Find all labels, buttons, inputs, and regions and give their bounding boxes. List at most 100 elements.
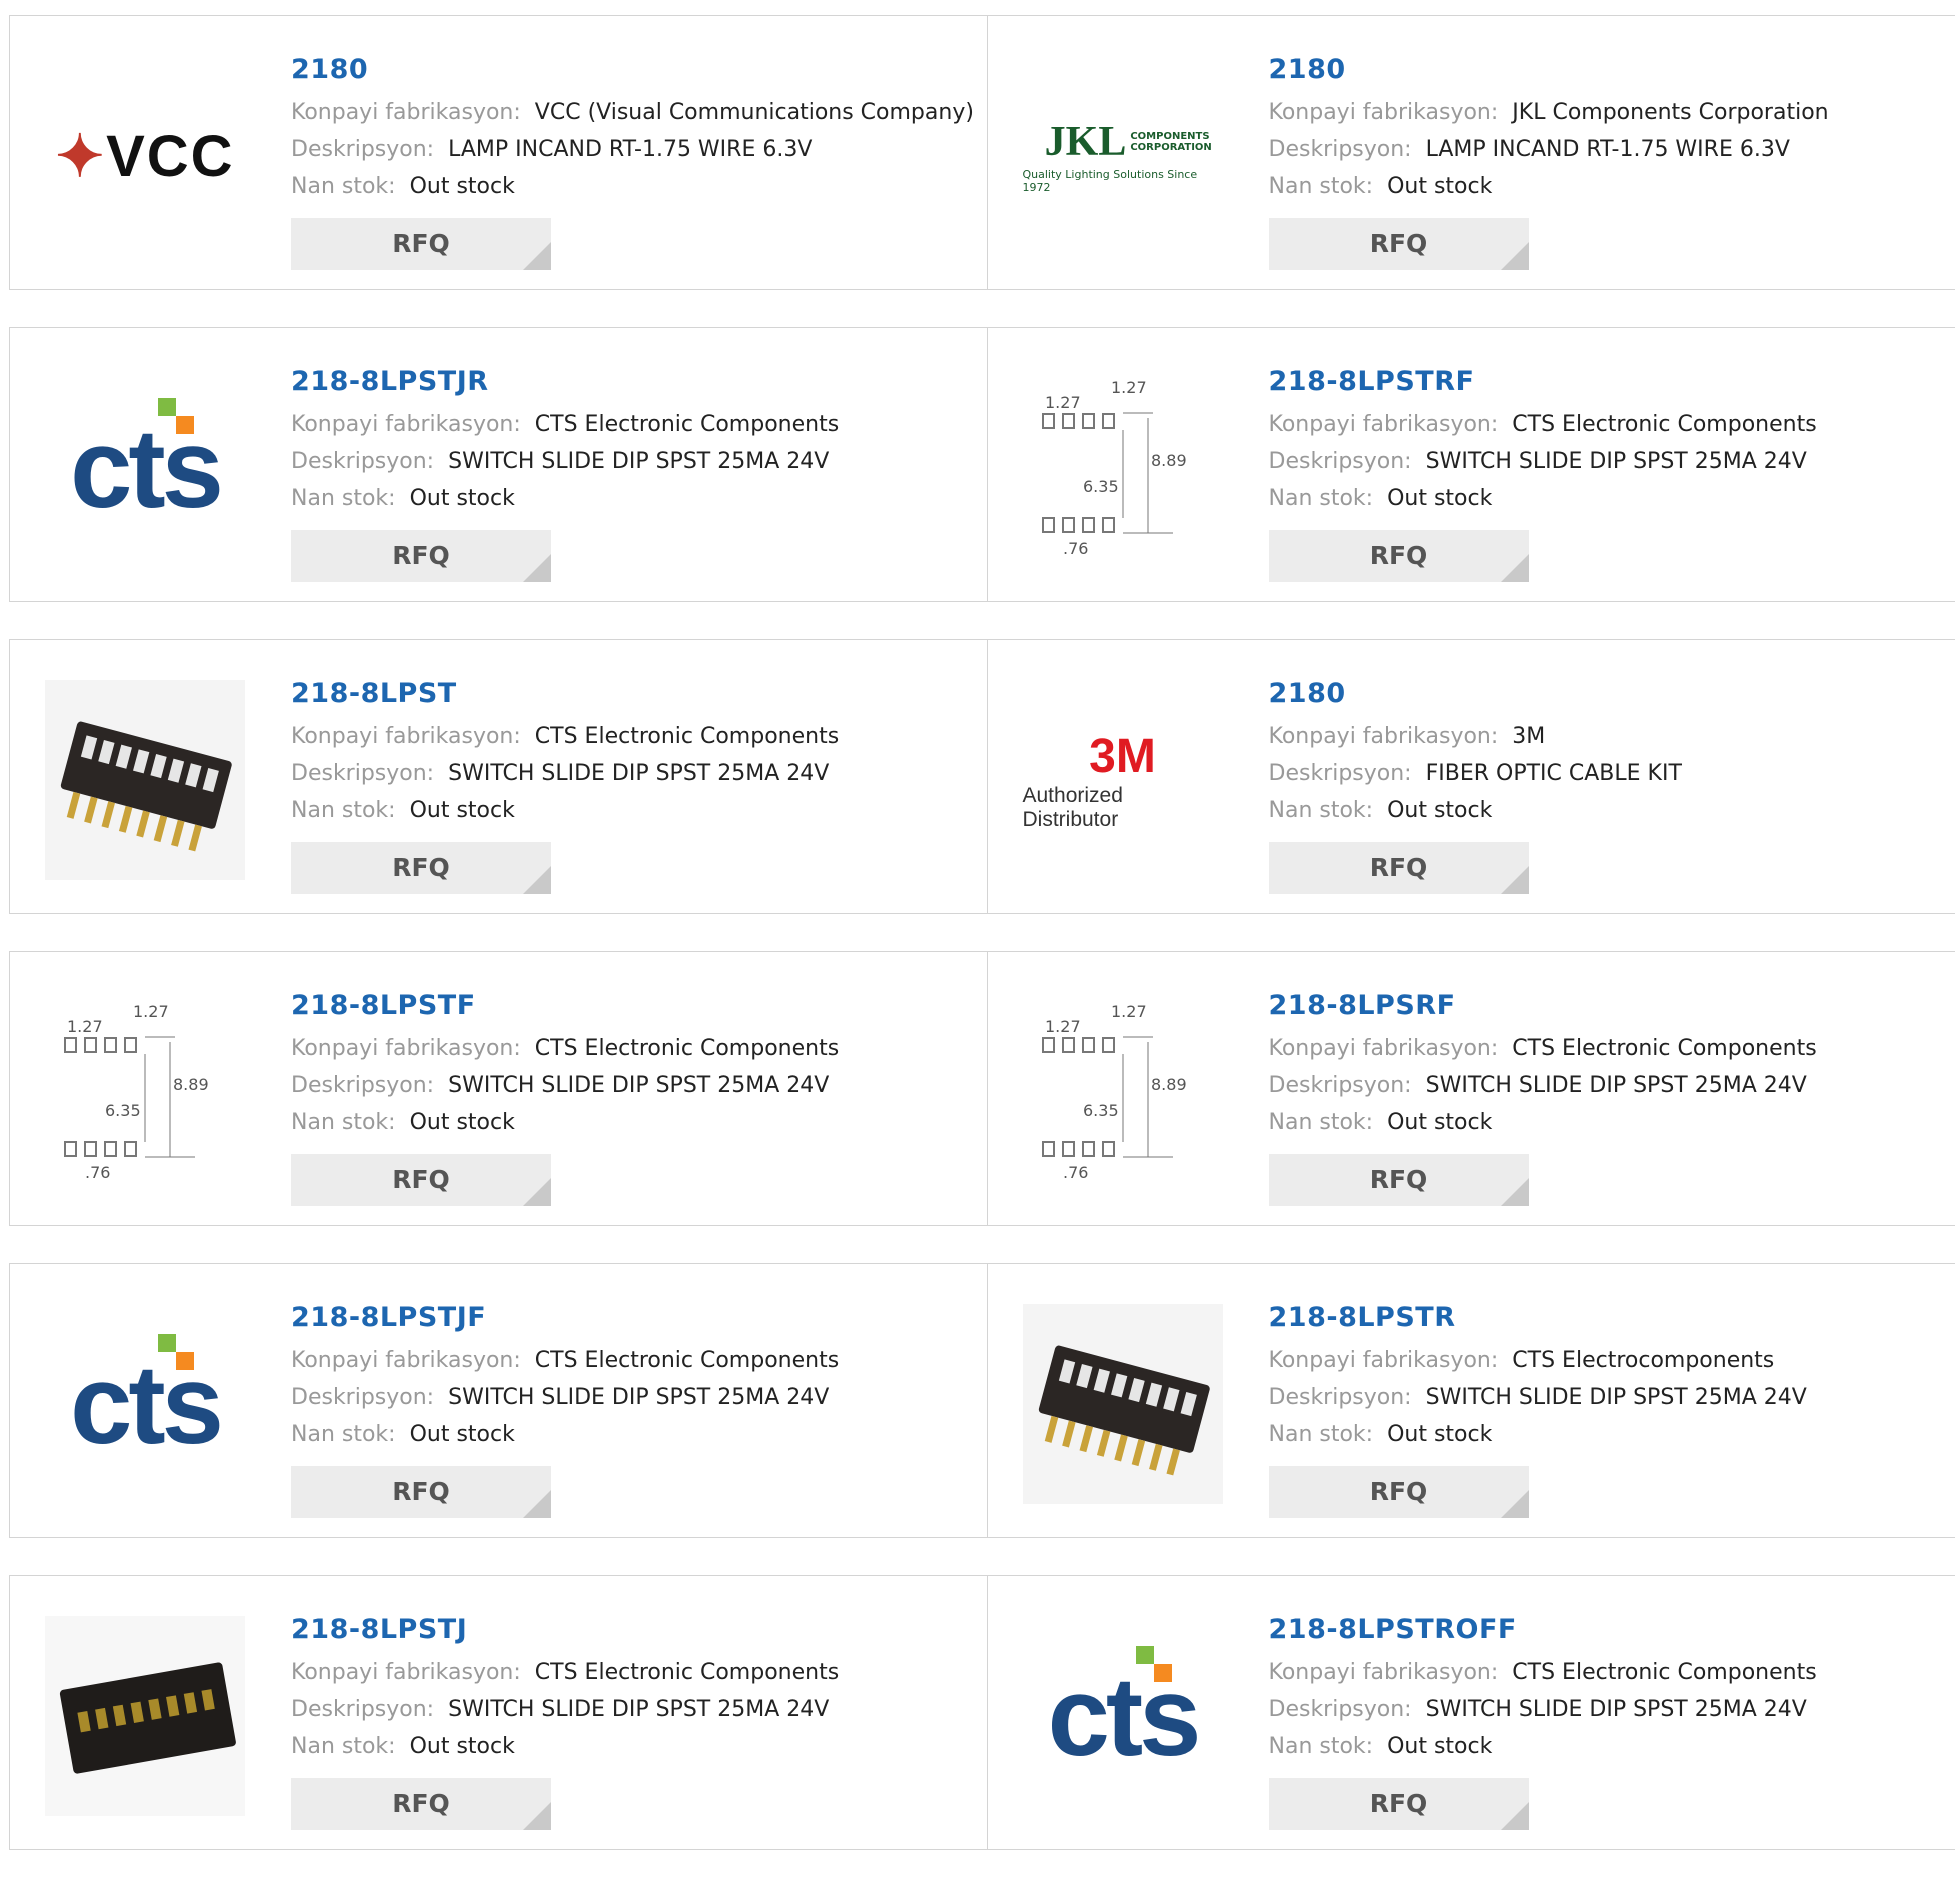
corner-triangle-icon [1501,1490,1529,1518]
description-value: SWITCH SLIDE DIP SPST 25MA 24V [448,449,829,474]
stock-value: Out stock [1387,1734,1492,1759]
product-card: cts 218-8LPSTROFF Konpayi fabrikasyon:CT… [987,1576,1955,1849]
part-number-link[interactable]: 218-8LPSTRF [1269,358,1817,406]
description-value: LAMP INCAND RT-1.75 WIRE 6.3V [1426,137,1790,162]
description-label: Deskripsyon: [291,1697,434,1722]
description-label: Deskripsyon: [291,449,434,474]
product-image[interactable] [45,680,245,880]
dim-label: 8.89 [1151,1075,1187,1094]
rfq-button[interactable]: RFQ [291,530,551,582]
product-image[interactable] [45,1616,245,1816]
jkl-logo: JKL COMPONENTS CORPORATION Quality Light… [1023,118,1223,194]
stock-label: Nan stok: [291,1734,396,1759]
part-number-link[interactable]: 2180 [1269,46,1829,94]
stock-value: Out stock [1387,174,1492,199]
vcc-logo: ✦VCC [55,122,234,190]
stock-label: Nan stok: [1269,1734,1374,1759]
manufacturer-line: Konpayi fabrikasyon:CTS Electronic Compo… [1269,1030,1817,1067]
part-number-link[interactable]: 218-8LPSTF [291,982,839,1030]
description-value: FIBER OPTIC CABLE KIT [1426,761,1682,786]
product-image[interactable]: 3M Authorized Distributor [1023,680,1223,880]
manufacturer-value: CTS Electronic Components [535,724,839,749]
part-number-link[interactable]: 218-8LPSTJR [291,358,839,406]
product-image[interactable]: cts [1023,1616,1223,1816]
corner-triangle-icon [523,554,551,582]
rfq-button[interactable]: RFQ [1269,1154,1529,1206]
description-label: Deskripsyon: [1269,137,1412,162]
manufacturer-value: CTS Electronic Components [535,1348,839,1373]
manufacturer-line: Konpayi fabrikasyon:CTS Electronic Compo… [291,718,839,755]
product-image[interactable] [1023,1304,1223,1504]
dip-switch-icon [45,1616,245,1816]
corner-triangle-icon [523,242,551,270]
rfq-button[interactable]: RFQ [291,842,551,894]
stock-value: Out stock [1387,486,1492,511]
rfq-button[interactable]: RFQ [1269,1466,1529,1518]
manufacturer-label: Konpayi fabrikasyon: [291,412,521,437]
description-value: SWITCH SLIDE DIP SPST 25MA 24V [1426,1073,1807,1098]
stock-line: Nan stok:Out stock [1269,480,1817,517]
rfq-button[interactable]: RFQ [291,218,551,270]
stock-value: Out stock [1387,1110,1492,1135]
product-card: cts 218-8LPSTJR Konpayi fabrikasyon:CTS … [10,328,987,601]
description-value: SWITCH SLIDE DIP SPST 25MA 24V [448,761,829,786]
manufacturer-label: Konpayi fabrikasyon: [1269,724,1499,749]
product-image[interactable]: JKL COMPONENTS CORPORATION Quality Light… [1023,56,1223,256]
product-image[interactable]: ✦VCC [45,56,245,256]
product-image[interactable]: cts [45,368,245,568]
description-line: Deskripsyon:SWITCH SLIDE DIP SPST 25MA 2… [291,1691,839,1728]
cts-logo: cts [70,1340,220,1469]
stock-value: Out stock [1387,798,1492,823]
product-row: cts 218-8LPSTJF Konpayi fabrikasyon: CTS … [9,1263,1955,1538]
description-line: Deskripsyon:SWITCH SLIDE DIP SPST 25MA 2… [1269,1691,1817,1728]
dim-label: 6.35 [1083,1101,1119,1120]
rfq-button[interactable]: RFQ [1269,1778,1529,1830]
description-label: Deskripsyon: [291,1385,434,1410]
product-card: 3M Authorized Distributor 2180 Konpayi f… [987,640,1955,913]
dim-label: .76 [85,1163,110,1182]
product-image[interactable]: 1.27 1.27 8.89 6.35 .76 [1023,992,1223,1192]
product-row: cts 218-8LPSTJR Konpayi fabrikasyon: CTS … [9,327,1955,602]
part-number-link[interactable]: 2180 [1269,670,1682,718]
stock-value: Out stock [410,1422,515,1447]
product-image[interactable]: 1.27 1.27 8.89 6.35 .76 [1023,368,1223,568]
part-number-link[interactable]: 2180 [291,46,974,94]
dim-label: 1.27 [67,1017,103,1036]
part-number-link[interactable]: 218-8LPSRF [1269,982,1817,1030]
dim-label: 8.89 [1151,451,1187,470]
rfq-button[interactable]: RFQ [1269,842,1529,894]
manufacturer-value: CTS Electronic Components [1512,412,1816,437]
part-number-link[interactable]: 218-8LPSTR [1269,1294,1807,1342]
part-number-link[interactable]: 218-8LPSTJF [291,1294,839,1342]
product-row: 218-8LPSTJ Konpayi fabrikasyon:CTS Elect… [9,1575,1955,1850]
product-card: ✦VCC 2180 Konpayi fabrikasyon: VCC (Visua… [10,16,987,289]
manufacturer-label: Konpayi fabrikasyon: [291,100,521,125]
rfq-button[interactable]: RFQ [1269,218,1529,270]
part-number-link[interactable]: 218-8LPST [291,670,839,718]
part-number-link[interactable]: 218-8LPSTROFF [1269,1606,1817,1654]
dimension-drawing-icon: 1.27 1.27 8.89 6.35 .76 [45,992,245,1192]
rfq-button[interactable]: RFQ [1269,530,1529,582]
stock-line: Nan stok:Out stock [291,792,839,829]
product-card: cts 218-8LPSTJF Konpayi fabrikasyon: CTS … [10,1264,987,1537]
rfq-button[interactable]: RFQ [291,1154,551,1206]
rfq-button[interactable]: RFQ [291,1466,551,1518]
stock-line: Nan stok:Out stock [291,1728,839,1765]
dim-label: 1.27 [133,1002,169,1021]
manufacturer-label: Konpayi fabrikasyon: [291,1348,521,1373]
part-number-link[interactable]: 218-8LPSTJ [291,1606,839,1654]
rfq-button[interactable]: RFQ [291,1778,551,1830]
manufacturer-value: VCC (Visual Communications Company) [535,100,974,125]
description-line: Deskripsyon:SWITCH SLIDE DIP SPST 25MA 2… [1269,443,1817,480]
dim-label: 6.35 [105,1101,141,1120]
product-image[interactable]: cts [45,1304,245,1504]
description-value: SWITCH SLIDE DIP SPST 25MA 24V [448,1385,829,1410]
manufacturer-line: Konpayi fabrikasyon:CTS Electronic Compo… [1269,1654,1817,1691]
description-label: Deskripsyon: [1269,449,1412,474]
description-value: SWITCH SLIDE DIP SPST 25MA 24V [1426,1697,1807,1722]
corner-triangle-icon [1501,1178,1529,1206]
stock-label: Nan stok: [291,486,396,511]
product-image[interactable]: 1.27 1.27 8.89 6.35 .76 [45,992,245,1192]
stock-label: Nan stok: [291,798,396,823]
description-label: Deskripsyon: [1269,1073,1412,1098]
